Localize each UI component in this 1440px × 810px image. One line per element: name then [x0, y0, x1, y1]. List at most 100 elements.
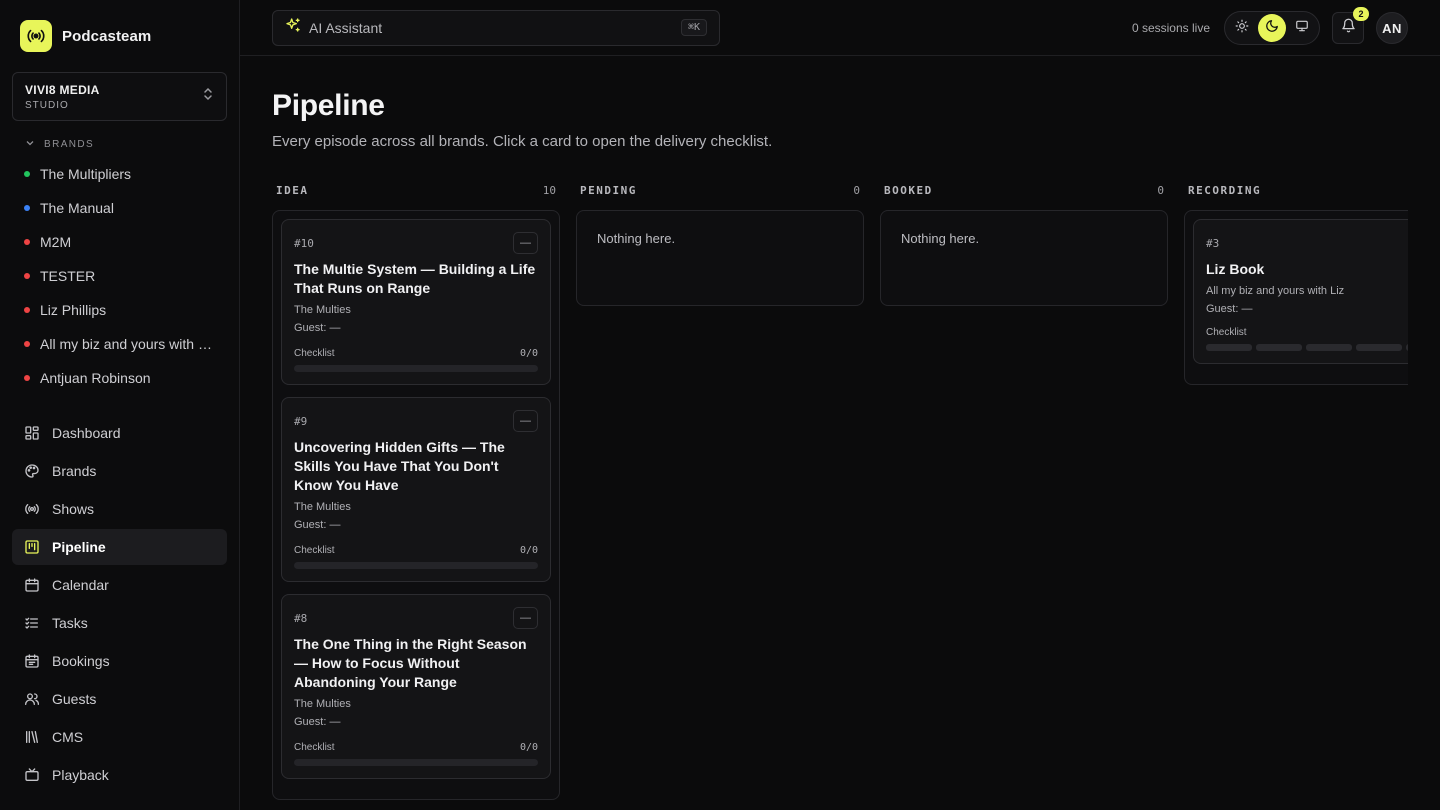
- brand-label: The Multipliers: [40, 166, 132, 182]
- column-title: IDEA: [276, 183, 309, 197]
- nav-item-guests[interactable]: Guests: [12, 681, 227, 717]
- episode-number: #3: [1206, 236, 1220, 250]
- episode-title: Liz Book: [1206, 261, 1265, 277]
- episode-title: Uncovering Hidden Gifts — The Skills You…: [294, 439, 505, 493]
- nav-item-shows[interactable]: Shows: [12, 491, 227, 527]
- users-icon: [24, 691, 40, 707]
- checklist-row: Checklist 0/0: [294, 348, 538, 359]
- logo-row[interactable]: Podcasteam: [12, 0, 227, 72]
- nav-item-brands[interactable]: Brands: [12, 453, 227, 489]
- sessions-live-status: 0 sessions live: [1131, 21, 1210, 35]
- notification-badge: 2: [1353, 7, 1369, 21]
- nav-item-playback[interactable]: Playback: [12, 757, 227, 793]
- sidebar-brand-item[interactable]: The Manual: [12, 191, 227, 225]
- sidebar-brand-item[interactable]: Antjuan Robinson: [12, 361, 227, 395]
- nav-item-label: Bookings: [52, 653, 110, 669]
- brand-label: Antjuan Robinson: [40, 370, 151, 386]
- episode-number: #8: [294, 611, 308, 625]
- column-body: #3 Liz Book All my biz and yours with Liz G…: [1184, 210, 1408, 385]
- app-name: Podcasteam: [62, 27, 152, 45]
- pipeline-column-idea: IDEA 10 #10 — The Multie System — Building a…: [272, 180, 560, 800]
- brand-color-dot: [24, 273, 30, 279]
- episode-show: The Multies: [294, 304, 351, 316]
- checklist-label: Checklist: [294, 545, 335, 556]
- checklist-progress-bar: [294, 562, 538, 569]
- brand-color-dot: [24, 205, 30, 211]
- episode-card[interactable]: #10 — The Multie System — Building a Life …: [281, 219, 551, 385]
- chevron-down-icon: [25, 135, 35, 153]
- minus-icon: —: [520, 237, 531, 249]
- nav-item-pipeline[interactable]: Pipeline: [12, 529, 227, 565]
- nav-item-bookings[interactable]: Bookings: [12, 643, 227, 679]
- sun-icon: [1235, 19, 1249, 38]
- minus-icon: —: [520, 612, 531, 624]
- brands-section-label: BRANDS: [44, 138, 95, 150]
- column-header: RECORDING: [1184, 180, 1408, 200]
- user-avatar[interactable]: AN: [1376, 12, 1408, 44]
- main-nav: Dashboard Brands Shows Pipeline Calendar Task…: [12, 415, 227, 793]
- pipeline-column-pending: PENDING 0 Nothing here.: [576, 180, 864, 306]
- sidebar-brand-item[interactable]: TESTER: [12, 259, 227, 293]
- studio-type: STUDIO: [25, 99, 69, 111]
- theme-system-button[interactable]: [1288, 14, 1316, 42]
- episode-card[interactable]: #3 Liz Book All my biz and yours with Liz G…: [1193, 219, 1408, 364]
- calendar-icon: [24, 577, 40, 593]
- card-menu-button[interactable]: —: [513, 607, 538, 629]
- app-root: Podcasteam VIVI8 MEDIA STUDIO BRANDS The…: [0, 0, 1440, 810]
- brand-color-dot: [24, 341, 30, 347]
- checklist-segment: [1306, 344, 1352, 351]
- theme-dark-button[interactable]: [1258, 14, 1286, 42]
- column-title: BOOKED: [884, 183, 933, 197]
- nav-item-cms[interactable]: CMS: [12, 719, 227, 755]
- checklist-segment: [1356, 344, 1402, 351]
- nav-item-label: Pipeline: [52, 539, 106, 555]
- nav-item-label: Shows: [52, 501, 95, 517]
- column-count: 10: [542, 183, 556, 197]
- dashboard-icon: [24, 425, 40, 441]
- episode-card[interactable]: #8 — The One Thing in the Right Season — H…: [281, 594, 551, 779]
- checklist-segments: [1206, 344, 1408, 351]
- episode-guest: Guest: —: [294, 519, 341, 531]
- sidebar-brand-item[interactable]: All my biz and yours with Liz: [12, 327, 227, 361]
- card-menu-button[interactable]: —: [513, 232, 538, 254]
- shortcut-hint: ⌘K: [680, 19, 707, 36]
- episode-card[interactable]: #9 — Uncovering Hidden Gifts — The Skills …: [281, 397, 551, 582]
- sidebar: Podcasteam VIVI8 MEDIA STUDIO BRANDS The…: [0, 0, 240, 810]
- checklist-progress-bar: [294, 365, 538, 372]
- studio-name: VIVI8 MEDIA: [25, 82, 100, 97]
- column-count: 0: [853, 183, 860, 197]
- nav-item-label: Guests: [52, 691, 97, 707]
- sidebar-brand-item[interactable]: The Multipliers: [12, 157, 227, 191]
- column-title: RECORDING: [1188, 183, 1262, 197]
- brands-section-toggle[interactable]: BRANDS: [12, 137, 227, 151]
- nav-item-label: CMS: [52, 729, 84, 745]
- nav-item-tasks[interactable]: Tasks: [12, 605, 227, 641]
- column-header: BOOKED 0: [880, 180, 1168, 200]
- nav-item-label: Dashboard: [52, 425, 121, 441]
- checklist-count: 0/0: [519, 545, 538, 556]
- card-menu-button[interactable]: —: [513, 410, 538, 432]
- brand-color-dot: [24, 171, 30, 177]
- ai-assistant-button[interactable]: AI Assistant ⌘K: [272, 9, 720, 46]
- notifications-button[interactable]: 2: [1332, 7, 1369, 44]
- studio-selector[interactable]: VIVI8 MEDIA STUDIO: [12, 72, 227, 121]
- theme-light-button[interactable]: [1228, 14, 1256, 42]
- nav-item-dashboard[interactable]: Dashboard: [12, 415, 227, 451]
- episode-show: The Multies: [294, 501, 351, 513]
- empty-state: Nothing here.: [901, 231, 980, 246]
- checklist-count: 0/0: [519, 742, 538, 753]
- nav-item-label: Brands: [52, 463, 97, 479]
- page-subtitle: Every episode across all brands. Click a…: [272, 133, 773, 150]
- nav-item-calendar[interactable]: Calendar: [12, 567, 227, 603]
- checklist-label: Checklist: [1206, 327, 1247, 338]
- checklist-row: Checklist: [1206, 327, 1408, 338]
- podcast-logo-icon: [20, 20, 52, 52]
- brand-color-dot: [24, 239, 30, 245]
- brand-color-dot: [24, 375, 30, 381]
- sidebar-brand-item[interactable]: Liz Phillips: [12, 293, 227, 327]
- nav-item-label: Calendar: [52, 577, 109, 593]
- checklist-count: 0/0: [519, 348, 538, 359]
- sidebar-brand-item[interactable]: M2M: [12, 225, 227, 259]
- empty-state: Nothing here.: [597, 231, 676, 246]
- checklist-segment: [1256, 344, 1302, 351]
